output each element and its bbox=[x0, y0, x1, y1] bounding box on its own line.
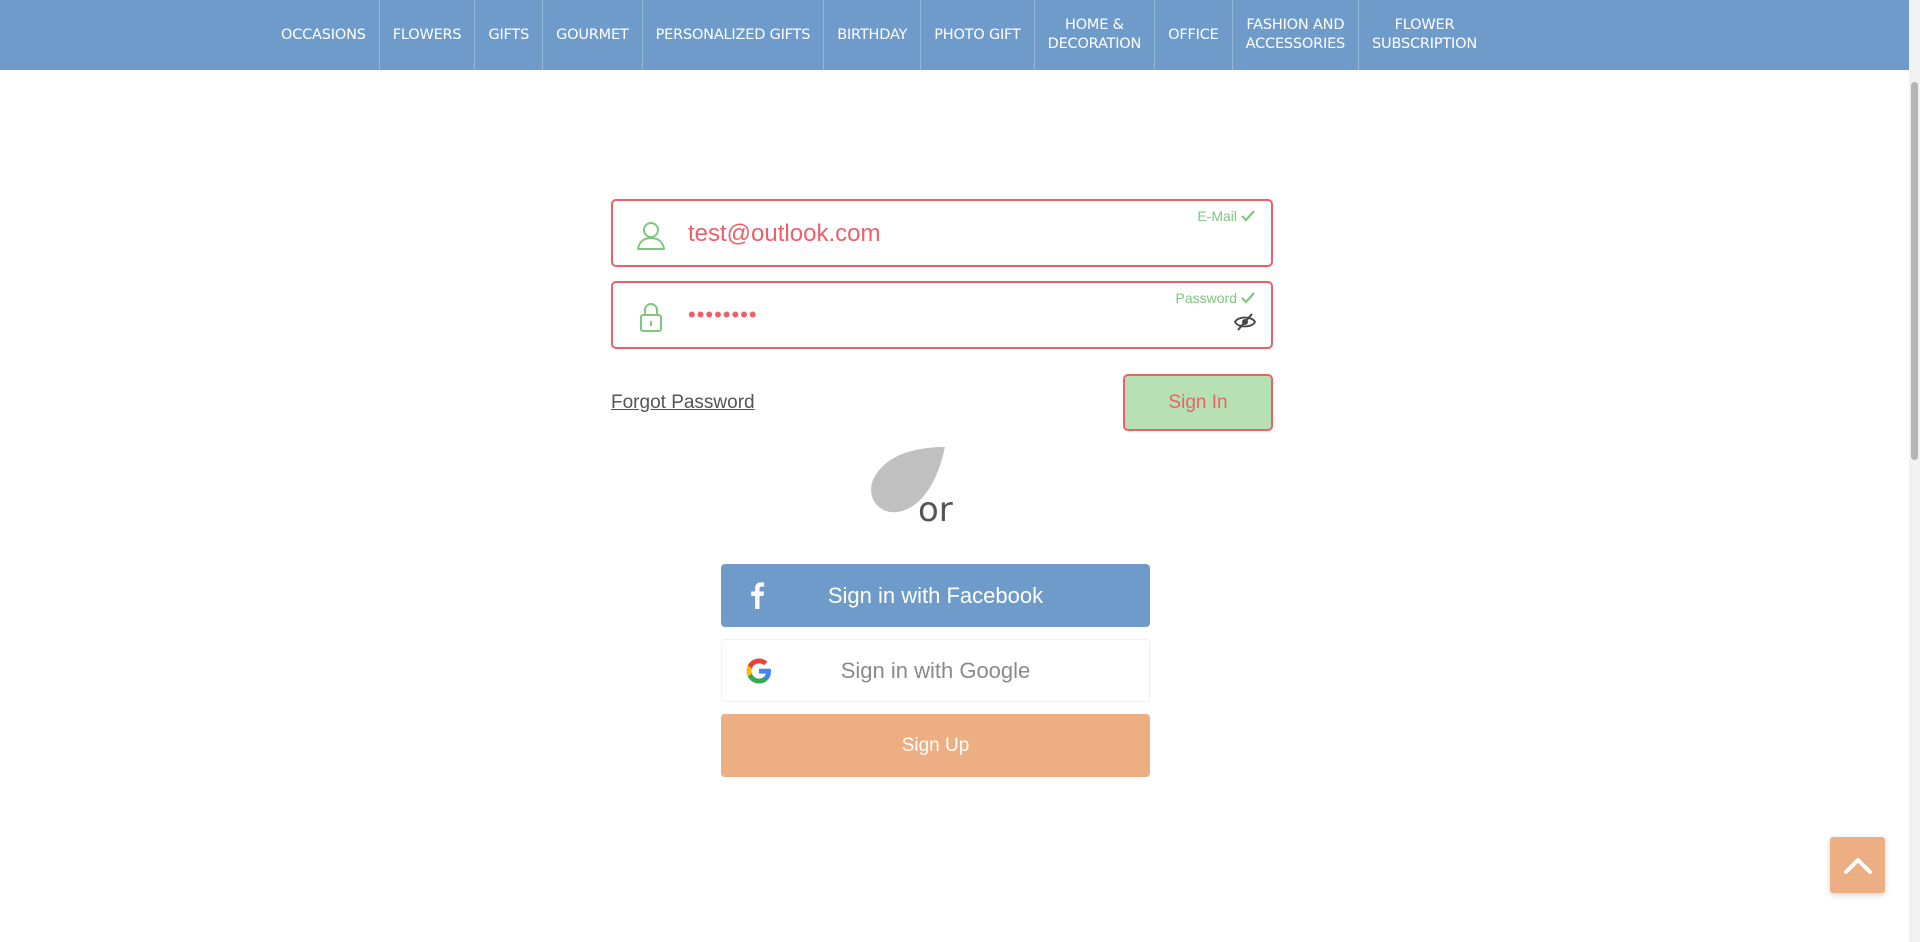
sign-up-label: Sign Up bbox=[901, 734, 970, 756]
or-divider-label: or bbox=[918, 490, 953, 530]
sign-in-button[interactable]: Sign In bbox=[1123, 374, 1273, 431]
scrollbar-thumb[interactable] bbox=[1911, 82, 1918, 460]
check-icon bbox=[1241, 210, 1255, 222]
nav-item-home-decoration[interactable]: HOME & DECORATION bbox=[1033, 0, 1155, 70]
sign-up-button[interactable]: Sign Up bbox=[721, 714, 1150, 777]
facebook-sign-in-label: Sign in with Facebook bbox=[827, 582, 1044, 608]
google-sign-in-label: Sign in with Google bbox=[840, 657, 1031, 683]
check-icon bbox=[1241, 292, 1255, 304]
nav-item-occasions[interactable]: OCCASIONS bbox=[268, 0, 379, 70]
nav-item-birthday[interactable]: BIRTHDAY bbox=[823, 0, 920, 70]
back-to-top-button[interactable] bbox=[1830, 837, 1885, 893]
chevron-up-icon bbox=[1843, 858, 1872, 874]
top-navigation: OCCASIONS FLOWERS GIFTS GOURMET PERSONAL… bbox=[0, 0, 1909, 70]
eye-slash-icon[interactable] bbox=[1233, 312, 1257, 332]
forgot-password-link[interactable]: Forgot Password bbox=[611, 392, 755, 414]
nav-item-office[interactable]: OFFICE bbox=[1154, 0, 1231, 70]
password-value: •••••••• bbox=[688, 302, 758, 327]
facebook-icon bbox=[751, 582, 765, 609]
password-tag: Password bbox=[1176, 290, 1255, 306]
lock-icon bbox=[640, 302, 662, 332]
google-icon bbox=[746, 658, 771, 684]
nav-item-gourmet[interactable]: GOURMET bbox=[542, 0, 641, 70]
nav-item-personalized-gifts[interactable]: PERSONALIZED GIFTS bbox=[641, 0, 824, 70]
password-field[interactable]: •••••••• Password bbox=[611, 281, 1273, 349]
nav-item-flowers[interactable]: FLOWERS bbox=[378, 0, 475, 70]
password-tag-label: Password bbox=[1175, 290, 1237, 306]
user-icon bbox=[637, 222, 665, 250]
email-tag: E-Mail bbox=[1197, 208, 1255, 224]
email-field[interactable]: test@outlook.com E-Mail bbox=[611, 199, 1273, 267]
nav-item-gifts[interactable]: GIFTS bbox=[474, 0, 542, 70]
facebook-sign-in-button[interactable]: Sign in with Facebook bbox=[721, 564, 1150, 627]
nav-menu: OCCASIONS FLOWERS GIFTS GOURMET PERSONAL… bbox=[268, 0, 1490, 70]
email-value: test@outlook.com bbox=[688, 220, 881, 247]
nav-item-flower-subscription[interactable]: FLOWER SUBSCRIPTION bbox=[1358, 0, 1490, 70]
nav-item-photo-gift[interactable]: PHOTO GIFT bbox=[920, 0, 1033, 70]
nav-item-fashion-accessories[interactable]: FASHION AND ACCESSORIES bbox=[1231, 0, 1358, 70]
email-tag-label: E-Mail bbox=[1197, 208, 1237, 224]
google-sign-in-button[interactable]: Sign in with Google bbox=[721, 639, 1150, 702]
